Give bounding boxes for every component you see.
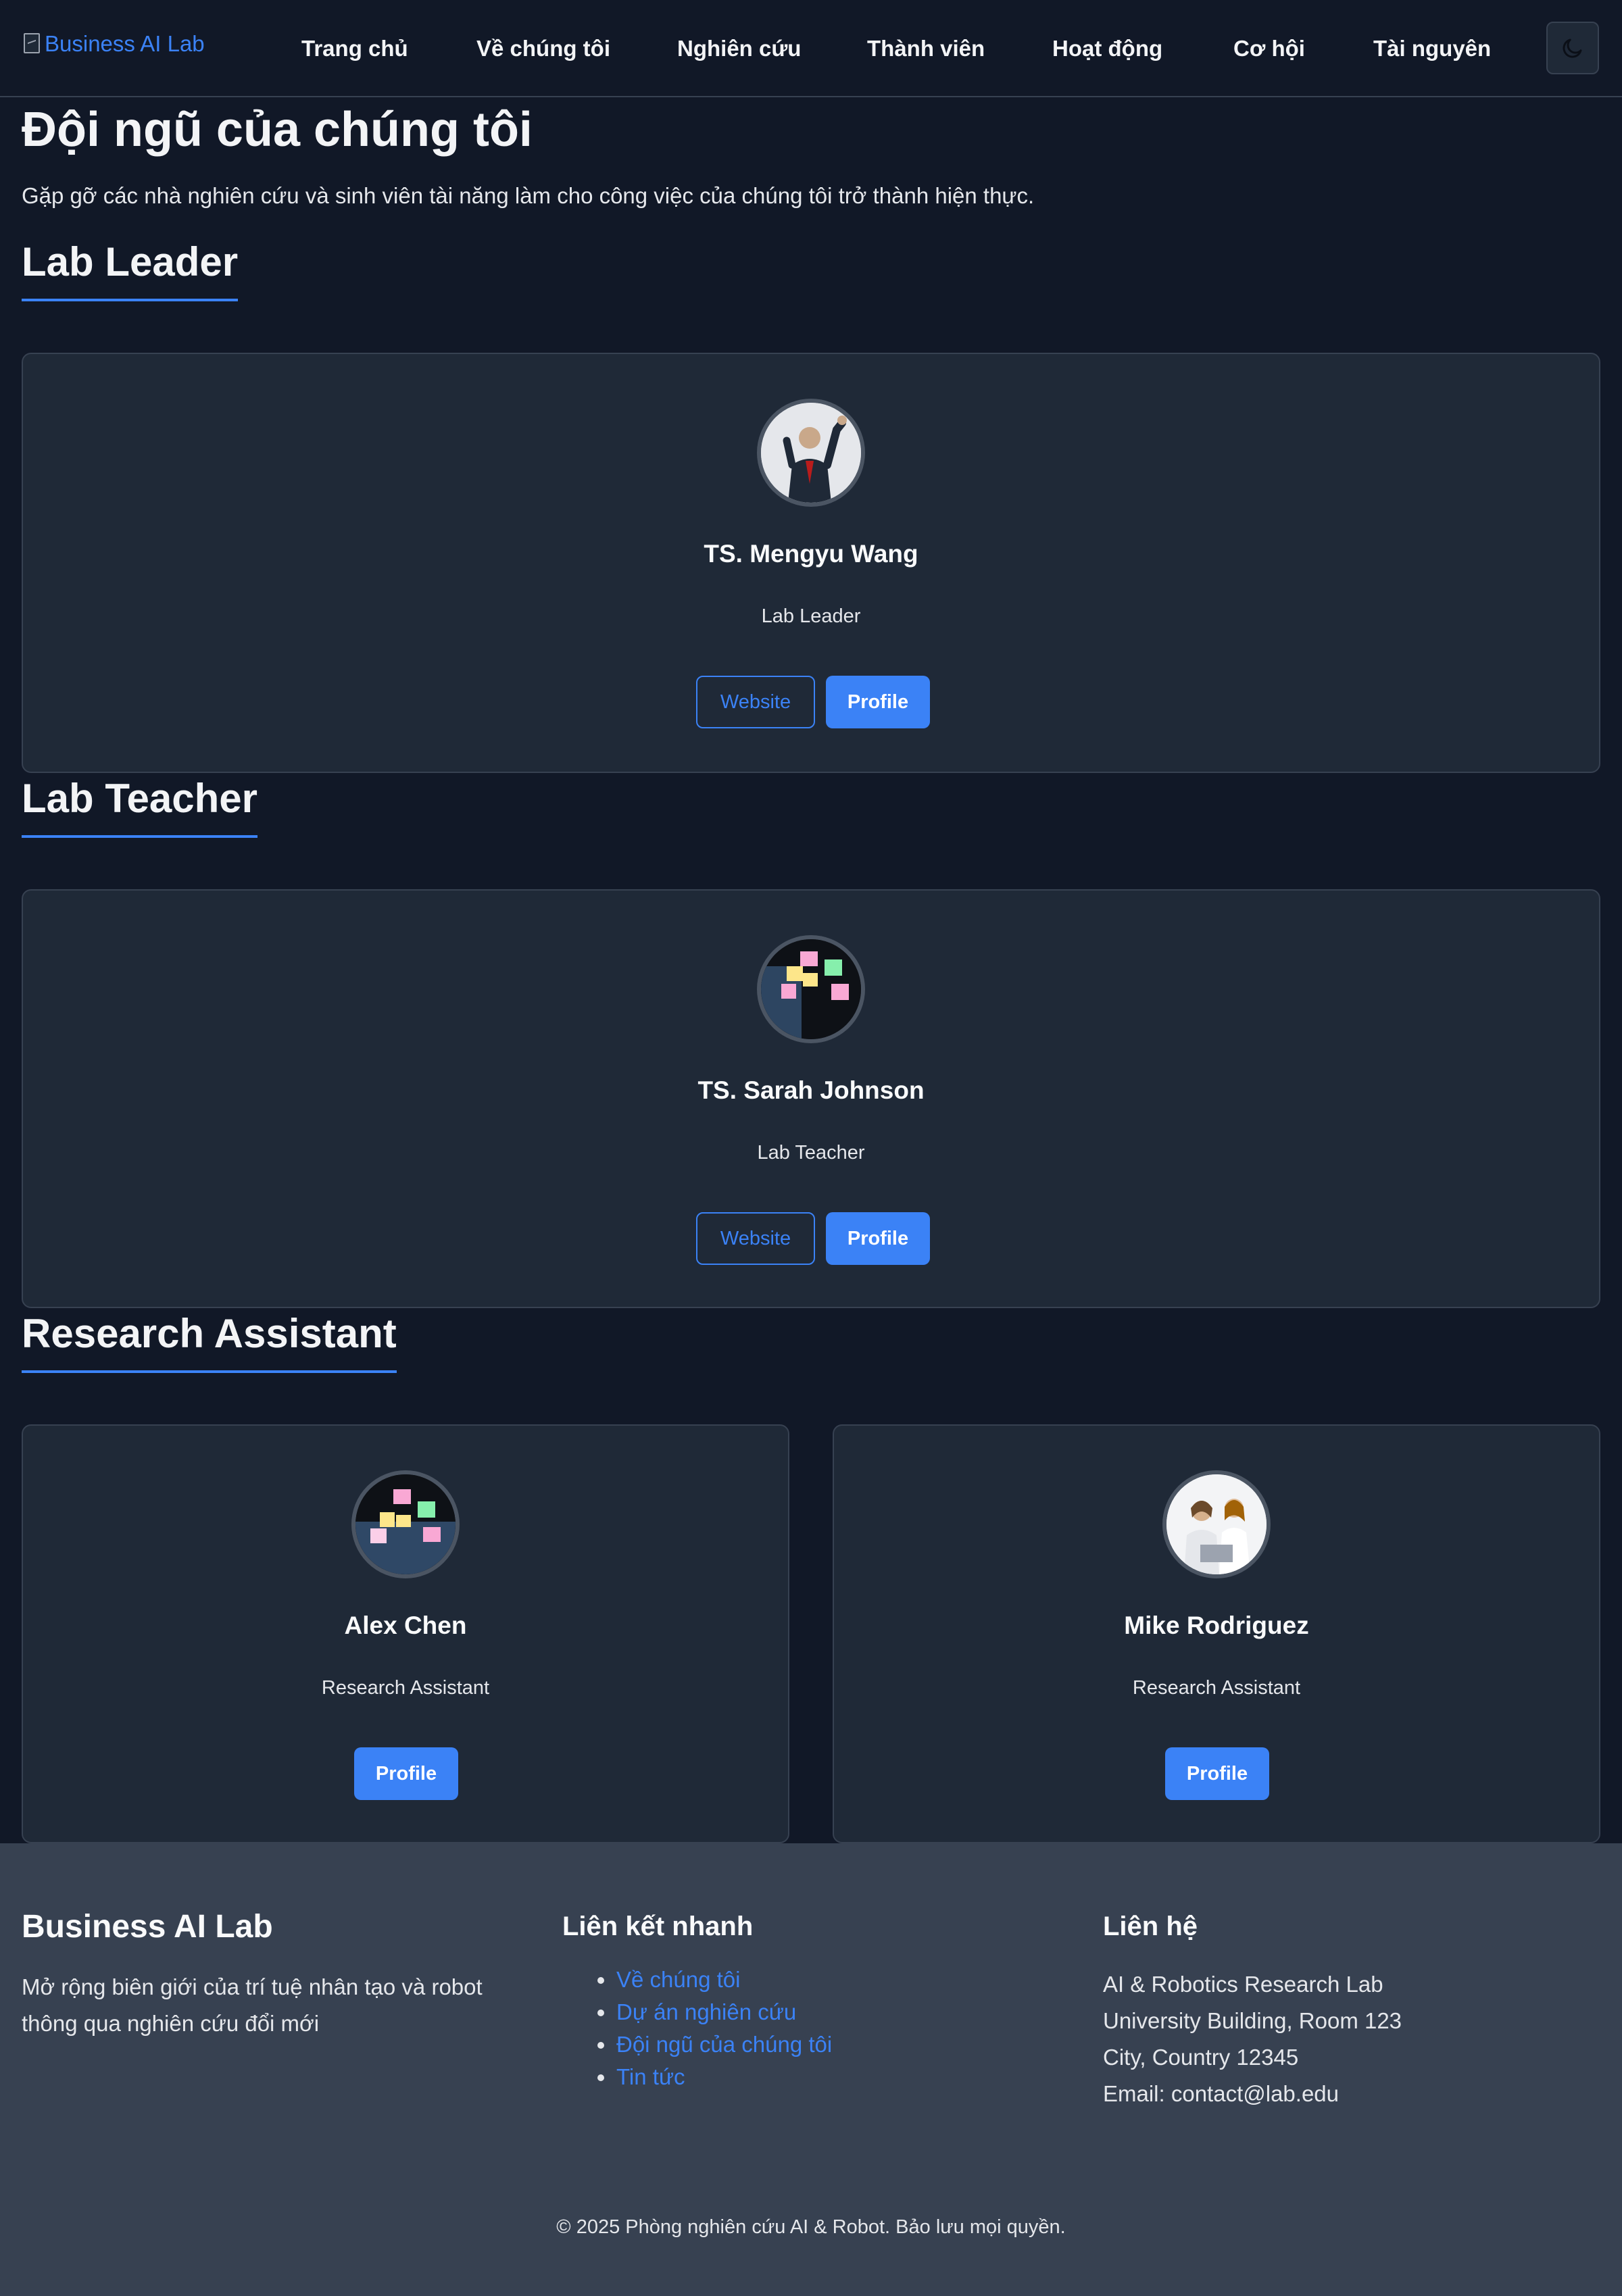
member-role: Research Assistant <box>1132 1677 1301 1699</box>
top-navbar: Business AI Lab Trang chủ Về chúng tôi N… <box>0 0 1622 97</box>
avatar <box>757 399 865 507</box>
contact-line-lab: AI & Robotics Research Lab <box>1103 1972 1383 1997</box>
member-name: Mike Rodriguez <box>1124 1612 1309 1639</box>
nav-item-about[interactable]: Về chúng tôi <box>476 34 610 64</box>
website-button[interactable]: Website <box>696 1212 815 1265</box>
nav-item-members[interactable]: Thành viên <box>867 34 985 64</box>
person-photo-icon <box>761 403 861 503</box>
contact-line-email: Email: contact@lab.edu <box>1103 2081 1340 2106</box>
profile-button[interactable]: Profile <box>1165 1747 1269 1800</box>
broken-image-icon <box>22 32 43 56</box>
footer-quick-links: Về chúng tôi Dự án nghiên cứu Đội ngũ củ… <box>562 1964 832 2093</box>
member-role: Lab Teacher <box>757 1142 865 1164</box>
member-card-assistant: Alex Chen Research Assistant Profile <box>22 1424 789 1843</box>
avatar <box>351 1470 460 1578</box>
website-button[interactable]: Website <box>696 676 815 728</box>
member-name: Alex Chen <box>344 1612 467 1639</box>
avatar <box>1162 1470 1271 1578</box>
member-role: Research Assistant <box>321 1677 490 1699</box>
member-role: Lab Leader <box>761 605 861 627</box>
nav-item-opportunities[interactable]: Cơ hội <box>1233 34 1305 64</box>
page-subtitle: Gặp gỡ các nhà nghiên cứu và sinh viên t… <box>22 183 1035 208</box>
footer-contact-info: AI & Robotics Research Lab University Bu… <box>1103 1966 1402 2112</box>
sticky-notes-photo-icon <box>355 1474 456 1574</box>
two-people-photo-icon <box>1166 1474 1267 1574</box>
nav-item-activities[interactable]: Hoạt động <box>1052 34 1162 64</box>
contact-line-building: University Building, Room 123 <box>1103 2008 1402 2033</box>
section-title-research-assistant: Research Assistant <box>22 1307 397 1373</box>
profile-button[interactable]: Profile <box>826 1212 930 1265</box>
profile-button[interactable]: Profile <box>826 676 930 728</box>
moon-icon <box>1563 39 1582 58</box>
footer-link-team[interactable]: Đội ngũ của chúng tôi <box>562 2028 832 2061</box>
nav-item-resources[interactable]: Tài nguyên <box>1373 34 1491 64</box>
member-card-leader: TS. Mengyu Wang Lab Leader Website Profi… <box>22 353 1600 773</box>
footer-link-projects[interactable]: Dự án nghiên cứu <box>562 1996 832 2028</box>
logo-alt-text: Business AI Lab <box>45 31 205 56</box>
footer-brand: Business AI Lab <box>22 1909 273 1945</box>
footer-contact-title: Liên hệ <box>1103 1912 1198 1941</box>
section-title-lab-teacher: Lab Teacher <box>22 772 258 838</box>
logo-link[interactable]: Business AI Lab <box>22 31 205 57</box>
section-title-lab-leader: Lab Leader <box>22 235 239 301</box>
contact-line-city: City, Country 12345 <box>1103 2045 1299 2070</box>
footer-quick-links-title: Liên kết nhanh <box>562 1912 754 1941</box>
footer-link-about[interactable]: Về chúng tôi <box>562 1964 832 1996</box>
member-card-teacher: TS. Sarah Johnson Lab Teacher Website Pr… <box>22 889 1600 1308</box>
sticky-notes-photo-icon <box>761 939 861 1039</box>
member-name: TS. Sarah Johnson <box>697 1076 925 1104</box>
footer-copyright: © 2025 Phòng nghiên cứu AI & Robot. Bảo … <box>556 2216 1066 2238</box>
nav-item-home[interactable]: Trang chủ <box>301 34 408 64</box>
theme-toggle-button[interactable] <box>1546 22 1599 74</box>
page-title: Đội ngũ của chúng tôi <box>22 103 533 157</box>
footer-description: Mở rộng biên giới của trí tuệ nhân tạo v… <box>22 1974 483 2036</box>
nav-item-research[interactable]: Nghiên cứu <box>677 34 801 64</box>
profile-button[interactable]: Profile <box>354 1747 458 1800</box>
member-name: TS. Mengyu Wang <box>704 540 918 568</box>
avatar <box>757 935 865 1043</box>
member-card-assistant: Mike Rodriguez Research Assistant Profil… <box>833 1424 1600 1843</box>
footer-link-news[interactable]: Tin tức <box>562 2061 832 2093</box>
